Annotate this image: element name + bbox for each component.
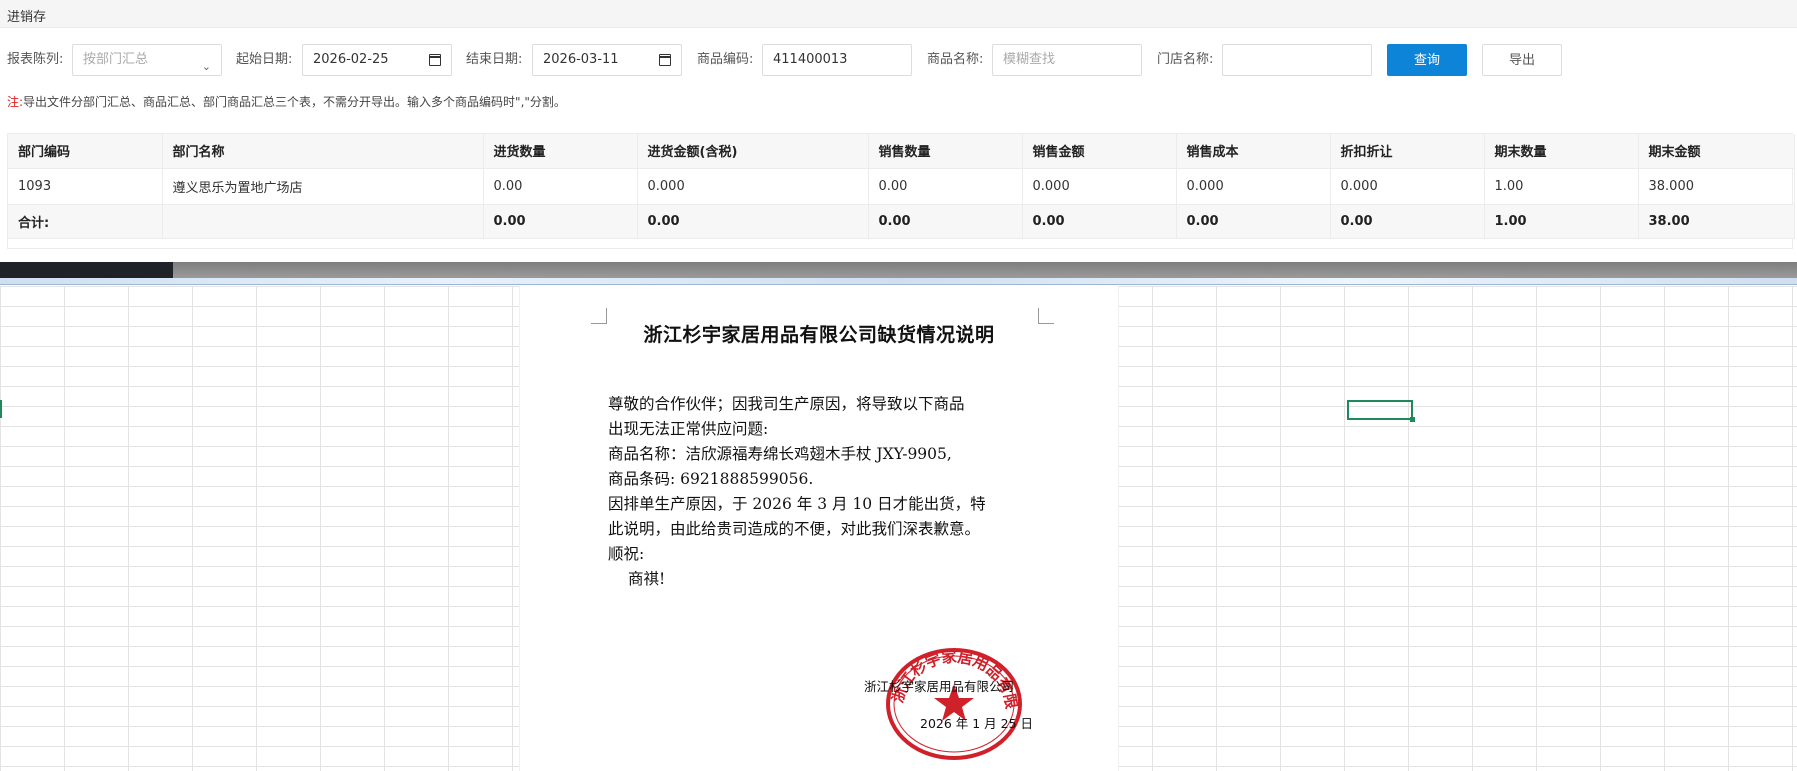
col-ending-amount[interactable]: 期末金额: [1638, 134, 1795, 169]
start-date-input[interactable]: 2026-02-25: [302, 44, 452, 76]
document-line: 顺祝:: [608, 545, 645, 563]
sheet-toolbar-edge: [0, 278, 1797, 285]
cell: 0.000: [1330, 168, 1485, 205]
end-date-label: 结束日期:: [466, 52, 523, 67]
document-line: 因排单生产原因，于 2026 年 3 月 10 日才能出货，特: [608, 495, 986, 513]
total-cell: 0.00: [1330, 204, 1485, 239]
product-code-input[interactable]: 411400013: [762, 44, 912, 76]
window-title: 进销存: [0, 0, 1797, 28]
cell: 0.00: [868, 168, 1023, 205]
cell: 38.000: [1638, 168, 1795, 205]
store-name-input[interactable]: [1222, 44, 1372, 76]
document-line: 出现无法正常供应问题:: [608, 420, 769, 438]
product-code-label: 商品编码:: [697, 52, 754, 67]
cell: 0.000: [1022, 168, 1177, 205]
table-total-row: 合计: 0.00 0.00 0.00 0.00 0.00 0.00 1.00 3…: [8, 204, 1795, 239]
selected-cell[interactable]: [1347, 400, 1415, 422]
total-cell: 0.00: [1022, 204, 1177, 239]
filter-bar: 报表陈列: 按部门汇总 ⌄ 起始日期: 2026-02-25 结束日期: 202…: [0, 44, 1797, 76]
end-date-input[interactable]: 2026-03-11: [532, 44, 682, 76]
report-column-select[interactable]: 按部门汇总 ⌄: [72, 44, 222, 76]
col-dept-name[interactable]: 部门名称: [162, 134, 484, 169]
total-cell: 1.00: [1484, 204, 1639, 239]
report-column-label: 报表陈列:: [7, 52, 64, 67]
col-purchase-amount[interactable]: 进货金额(含税): [637, 134, 869, 169]
document-line: 此说明，由此给贵司造成的不便，对此我们深表歉意。: [608, 520, 981, 538]
total-cell: 0.00: [1176, 204, 1331, 239]
spreadsheet-grid[interactable]: 浙江杉宇家居用品有限公司缺货情况说明 尊敬的合作伙伴；因我司生产原因，将导致以下…: [0, 286, 1797, 771]
document-line: 商品名称：洁欣源福寿绵长鸡翅木手杖 JXY-9905,: [608, 445, 952, 463]
report-column-value: 按部门汇总: [83, 52, 149, 67]
product-name-label: 商品名称:: [927, 52, 984, 67]
document-date: 2026 年 1 月 25 日: [920, 716, 1034, 731]
col-dept-code[interactable]: 部门编码: [8, 134, 163, 169]
document-page: 浙江杉宇家居用品有限公司缺货情况说明 尊敬的合作伙伴；因我司生产原因，将导致以下…: [520, 286, 1118, 771]
total-cell: 0.00: [868, 204, 1023, 239]
summary-table: 部门编码 部门名称 进货数量 进货金额(含税) 销售数量 销售金额 销售成本 折…: [7, 133, 1795, 249]
note-text: 导出文件分部门汇总、商品汇总、部门商品汇总三个表，不需分开导出。输入多个商品编码…: [23, 95, 566, 109]
cell: 0.000: [1176, 168, 1331, 205]
total-cell: 合计:: [8, 204, 163, 239]
cell: 遵义思乐为置地广场店: [162, 168, 484, 205]
calendar-icon[interactable]: [659, 54, 671, 66]
cell: 1.00: [1484, 168, 1639, 205]
document-title: 浙江杉宇家居用品有限公司缺货情况说明: [643, 324, 995, 346]
scrollbar-thumb[interactable]: [0, 262, 173, 278]
product-name-placeholder: 模糊查找: [1003, 52, 1056, 67]
col-ending-qty[interactable]: 期末数量: [1484, 134, 1639, 169]
query-button[interactable]: 查询: [1387, 44, 1467, 76]
document-body: 尊敬的合作伙伴；因我司生产原因，将导致以下商品 出现无法正常供应问题: 商品名称…: [608, 392, 1048, 592]
start-date-value: 2026-02-25: [313, 52, 389, 67]
product-code-value: 411400013: [773, 52, 848, 67]
col-sales-qty[interactable]: 销售数量: [868, 134, 1023, 169]
chevron-down-icon: ⌄: [201, 60, 211, 73]
export-note: 注:导出文件分部门汇总、商品汇总、部门商品汇总三个表，不需分开导出。输入多个商品…: [7, 93, 566, 110]
cell: 0.000: [637, 168, 869, 205]
document-line: 商品条码: 6921888599056.: [608, 470, 814, 488]
table-header-row: 部门编码 部门名称 进货数量 进货金额(含税) 销售数量 销售金额 销售成本 折…: [8, 134, 1795, 169]
document-company: 浙江杉宇家居用品有限公司: [864, 679, 1015, 694]
product-name-input[interactable]: 模糊查找: [992, 44, 1142, 76]
total-cell: 38.00: [1638, 204, 1795, 239]
end-date-value: 2026-03-11: [543, 52, 619, 67]
total-cell: 0.00: [637, 204, 869, 239]
cell: 0.00: [483, 168, 638, 205]
total-cell: [162, 204, 484, 239]
row-marker: [0, 400, 2, 418]
horizontal-scrollbar[interactable]: [0, 262, 1797, 278]
export-button[interactable]: 导出: [1482, 44, 1562, 76]
company-seal: 浙江杉宇家居用品有限公司: [880, 644, 1022, 760]
note-prefix: 注:: [7, 95, 24, 109]
store-name-label: 门店名称:: [1157, 52, 1214, 67]
table-row[interactable]: 1093 遵义思乐为置地广场店 0.00 0.000 0.00 0.000 0.…: [8, 168, 1795, 205]
cell: 1093: [8, 168, 163, 205]
inventory-app: 进销存 报表陈列: 按部门汇总 ⌄ 起始日期: 2026-02-25 结束日期:…: [0, 0, 1797, 262]
document-line: 商祺!: [628, 570, 666, 588]
calendar-icon[interactable]: [429, 54, 441, 66]
start-date-label: 起始日期:: [236, 52, 293, 67]
total-cell: 0.00: [483, 204, 638, 239]
col-sales-cost[interactable]: 销售成本: [1176, 134, 1331, 169]
col-discount[interactable]: 折扣折让: [1330, 134, 1485, 169]
document-line: 尊敬的合作伙伴；因我司生产原因，将导致以下商品: [608, 395, 965, 413]
col-purchase-qty[interactable]: 进货数量: [483, 134, 638, 169]
col-sales-amount[interactable]: 销售金额: [1022, 134, 1177, 169]
